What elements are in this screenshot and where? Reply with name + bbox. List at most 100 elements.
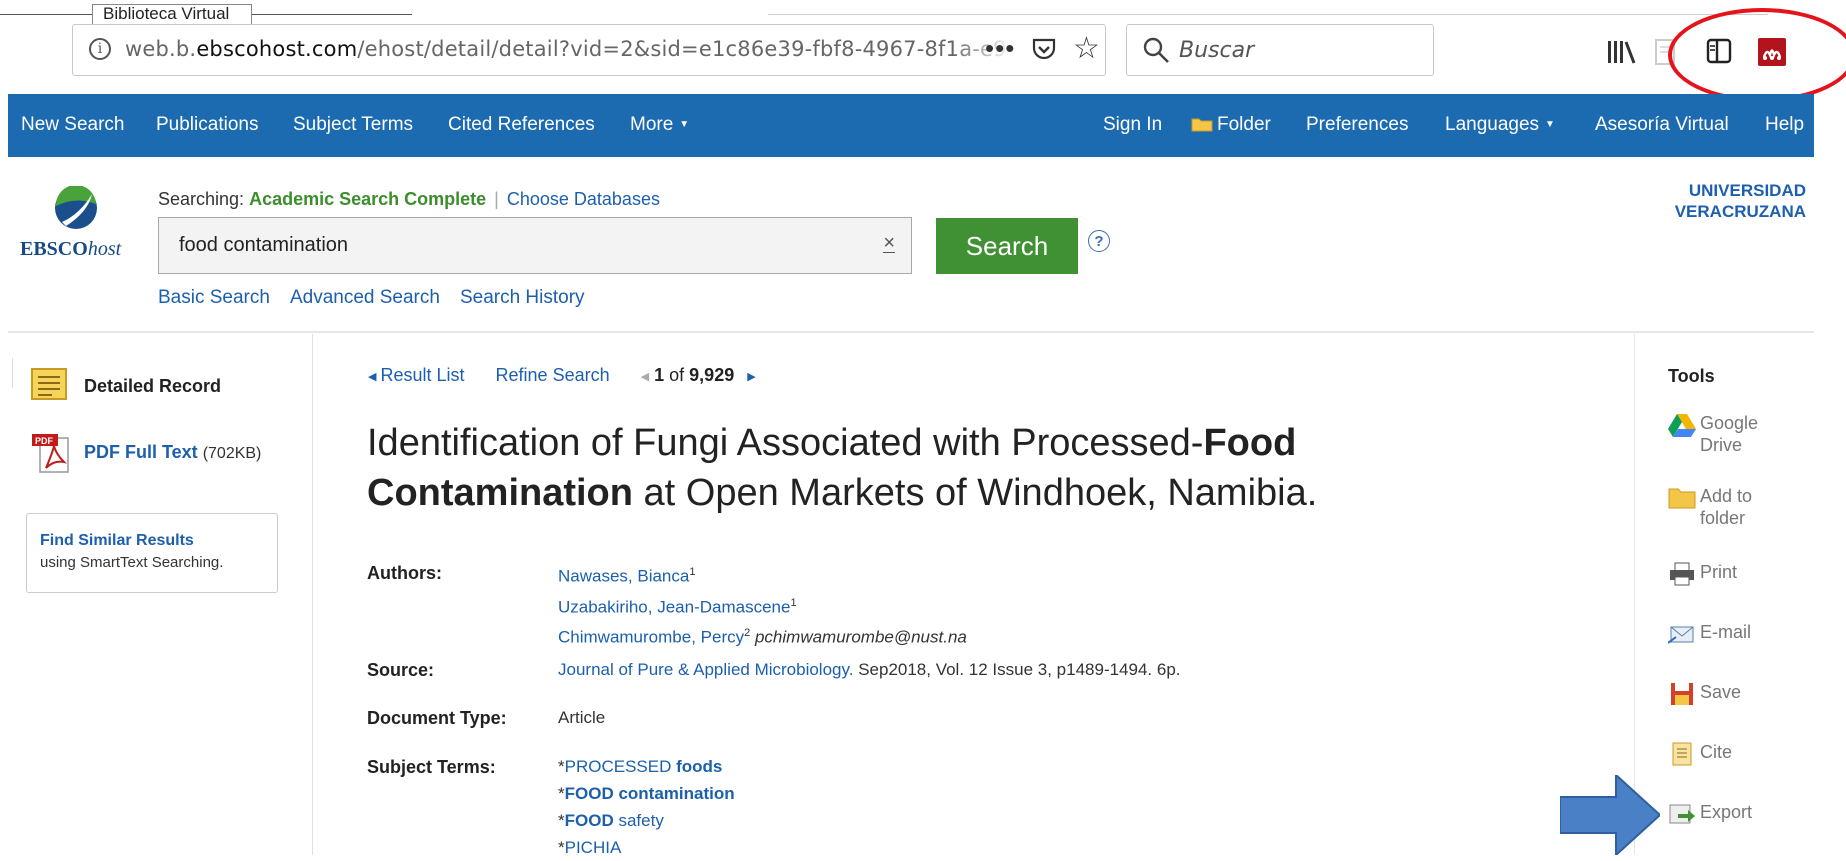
subject-term[interactable]: *FOOD contamination [558, 780, 735, 807]
source-label: Source: [367, 660, 435, 680]
search-button[interactable]: Search [936, 218, 1078, 274]
source-journal-link[interactable]: Journal of Pure & Applied Microbiology. [558, 660, 853, 679]
nav-languages[interactable]: Languages ▼ [1445, 114, 1555, 136]
search-sublinks: Basic Search Advanced Search Search Histor… [158, 287, 605, 309]
url-domain: ebscohost.com [196, 37, 358, 61]
nav-more-label: More [630, 114, 674, 135]
print-icon [1670, 562, 1694, 586]
find-similar-box[interactable]: Find Similar Results using SmartText Sea… [26, 513, 278, 593]
caret-left-icon: ◀ [368, 370, 377, 383]
author-email: pchimwamurombe@nust.na [754, 627, 967, 647]
browser-search-bar[interactable]: Buscar [1126, 24, 1434, 76]
subject-term[interactable]: *PICHIA [558, 834, 735, 861]
result-current: 1 [654, 365, 665, 385]
nav-folder[interactable]: Folder [1191, 114, 1271, 136]
nav-folder-label: Folder [1217, 114, 1271, 135]
cite-icon [1672, 742, 1692, 766]
nav-publications[interactable]: Publications [156, 114, 258, 136]
tool-label: Cite [1700, 742, 1733, 762]
help-icon[interactable]: ? [1088, 230, 1110, 252]
choose-databases-link[interactable]: Choose Databases [507, 189, 660, 209]
result-list-link[interactable]: ◀ Result List [368, 365, 465, 385]
nav-preferences[interactable]: Preferences [1306, 114, 1408, 136]
author-item: Uzabakiriho, Jean-Damascene1 [558, 596, 797, 617]
result-total: 9,929 [689, 365, 735, 385]
search-query: food contamination [179, 234, 349, 256]
tool-label: Export [1700, 802, 1753, 822]
clear-icon[interactable]: × [883, 233, 895, 253]
author-item: Chimwamurombe, Percy2 pchimwamurombe@nus… [558, 627, 967, 647]
tools-title: Tools [1668, 366, 1715, 386]
tool-label: Save [1700, 682, 1742, 702]
tool-label: E-mail [1700, 622, 1752, 642]
annotation-arrow [1560, 775, 1660, 855]
author-link[interactable]: Nawases, Bianca [558, 567, 689, 586]
detailed-record-icon [31, 368, 67, 400]
nav-cited-references[interactable]: Cited References [448, 114, 595, 136]
nav-sign-in[interactable]: Sign In [1103, 114, 1162, 136]
subject-term[interactable]: *PROCESSED foods [558, 753, 735, 780]
institution-line: UNIVERSIDAD [1688, 181, 1806, 200]
author-item: Nawases, Bianca1 [558, 566, 696, 586]
prev-result-icon[interactable]: ◀ [641, 371, 649, 383]
separator: | [494, 189, 499, 209]
save-icon [1671, 683, 1693, 705]
nav-subject-terms[interactable]: Subject Terms [293, 114, 413, 136]
result-list-label: Result List [380, 365, 465, 385]
detailed-record-label: Detailed Record [84, 376, 222, 396]
url-text[interactable]: web.b.ebscohost.com/ehost/detail/detail?… [125, 37, 1005, 61]
email-icon [1668, 626, 1694, 644]
author-link[interactable]: Chimwamurombe, Percy [558, 628, 744, 647]
ebsco-logo-text: EBSCOhost [20, 238, 122, 260]
database-name: Academic Search Complete [249, 189, 487, 209]
next-result-icon[interactable]: ▶ [747, 371, 755, 383]
advanced-search-link[interactable]: Advanced Search [290, 287, 440, 308]
authors-label: Authors: [367, 563, 442, 583]
annotation-circle [1668, 8, 1846, 102]
author-link[interactable]: Uzabakiriho, Jean-Damascene [558, 597, 790, 616]
url-bar[interactable]: i web.b.ebscohost.com/ehost/detail/detai… [72, 24, 1106, 76]
url-prefix: web.b. [125, 37, 197, 61]
pdf-full-text-link[interactable]: PDF Full Text (702KB) [84, 442, 261, 463]
nav-more[interactable]: More ▼ [630, 114, 689, 136]
subject-term[interactable]: *FOOD safety [558, 807, 735, 834]
tab-strip-line [252, 14, 412, 15]
institution-name: UNIVERSIDAD VERACRUZANA [1675, 180, 1806, 222]
svg-text:PDF: PDF [35, 436, 54, 446]
nav-asesoria-virtual[interactable]: Asesoría Virtual [1595, 114, 1729, 136]
searching-line: Searching: Academic Search Complete | Choo… [158, 189, 660, 210]
document-type-label: Document Type: [367, 708, 507, 728]
tab-strip-line [0, 14, 92, 15]
info-icon[interactable]: i [89, 38, 111, 60]
search-icon [1143, 37, 1169, 63]
nav-new-search[interactable]: New Search [21, 114, 125, 136]
left-column-divider [312, 334, 313, 855]
refine-search-link[interactable]: Refine Search [496, 365, 610, 385]
authors-list: Nawases, Bianca1 Uzabakiriho, Jean-Damas… [558, 559, 967, 651]
search-input[interactable]: food contamination × [158, 217, 912, 274]
find-similar-subtitle: using SmartText Searching. [40, 554, 224, 571]
library-icon[interactable] [1606, 38, 1636, 66]
url-path: /ehost/detail/detail?vid=2&sid=e1c86e39-… [357, 37, 1005, 61]
nav-help[interactable]: Help [1765, 114, 1804, 136]
document-type-value: Article [558, 708, 606, 727]
search-placeholder: Buscar [1179, 38, 1255, 63]
folder-icon [1191, 118, 1213, 132]
result-of: of [669, 365, 685, 385]
result-navigation: ◀ Result List Refine Search ◀ 1 of 9,929 … [368, 365, 760, 386]
left-edge-line [12, 358, 13, 388]
pdf-size: (702KB) [202, 445, 262, 462]
basic-search-link[interactable]: Basic Search [158, 287, 270, 308]
pdf-icon[interactable]: PDF [32, 434, 74, 474]
subject-terms-list: *PROCESSED foods *FOOD contamination *FO… [558, 753, 735, 861]
pocket-icon[interactable] [1031, 37, 1057, 61]
find-similar-title[interactable]: Find Similar Results [40, 532, 277, 550]
export-icon [1669, 804, 1695, 824]
bookmark-star-icon[interactable]: ☆ [1073, 34, 1100, 64]
tool-label: Google Drive [1700, 413, 1759, 455]
subject-terms-label: Subject Terms: [367, 757, 496, 777]
ebsco-logo-icon [55, 186, 97, 229]
tool-label: Print [1700, 562, 1738, 582]
search-history-link[interactable]: Search History [460, 287, 585, 308]
page-actions-menu-icon[interactable]: ••• [985, 33, 1015, 64]
